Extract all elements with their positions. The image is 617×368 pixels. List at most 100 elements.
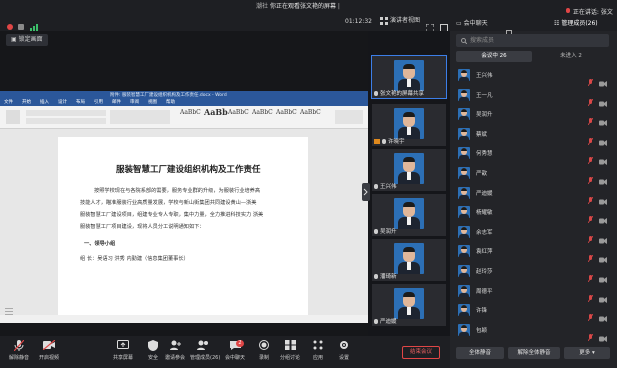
camera-icon[interactable] <box>599 288 607 303</box>
word-tab[interactable]: 帮助 <box>166 99 175 106</box>
word-statusbar <box>0 315 368 323</box>
muted-mic-icon[interactable] <box>587 247 594 263</box>
member-row[interactable]: 蔡斌 <box>450 126 617 146</box>
share-screen-button[interactable]: 共享屏幕 <box>110 340 136 366</box>
member-search[interactable]: 搜索成员 <box>456 34 609 47</box>
camera-icon[interactable] <box>599 131 607 146</box>
member-row[interactable]: 周德平 <box>450 283 617 303</box>
member-row[interactable]: 王一凡 <box>450 87 617 107</box>
muted-mic-icon[interactable] <box>587 71 594 87</box>
muted-mic-icon[interactable] <box>587 267 594 283</box>
muted-mic-icon[interactable] <box>587 189 594 204</box>
paste-icon[interactable] <box>6 110 20 124</box>
camera-icon[interactable] <box>599 92 607 107</box>
camera-icon[interactable] <box>599 307 607 323</box>
apps-button[interactable]: 应用 <box>305 340 331 366</box>
tab-in-meeting[interactable]: 会议中 26 <box>456 51 532 62</box>
video-tile[interactable]: 许晓宇 <box>372 104 446 146</box>
paragraph-group[interactable] <box>110 110 170 124</box>
muted-mic-icon[interactable] <box>587 228 594 244</box>
invite-button[interactable]: 邀请参会 <box>162 340 188 366</box>
video-tile[interactable]: 严迪媛 <box>372 284 446 326</box>
muted-mic-icon[interactable] <box>587 326 594 342</box>
style-item[interactable]: AaBbC <box>276 109 297 123</box>
member-row[interactable]: 王兴伟 <box>450 67 617 87</box>
camera-icon[interactable] <box>599 327 607 342</box>
end-meeting-button[interactable]: 结束会议 <box>402 346 440 359</box>
camera-icon[interactable] <box>599 111 607 127</box>
muted-mic-icon[interactable] <box>587 110 594 126</box>
word-tab[interactable]: 文件 <box>4 99 13 106</box>
word-tab[interactable]: 布局 <box>76 99 85 106</box>
camera-icon[interactable] <box>599 150 607 166</box>
style-item[interactable]: AaBbC <box>300 109 321 123</box>
muted-mic-icon[interactable] <box>587 169 594 185</box>
tab-not-joined[interactable]: 未进入 2 <box>533 51 609 62</box>
camera-icon[interactable] <box>599 209 607 225</box>
video-tile[interactable]: 王兴伟 <box>372 149 446 191</box>
member-row[interactable]: 余志军 <box>450 224 617 244</box>
record-button[interactable]: 录制 <box>251 340 277 366</box>
font-box[interactable] <box>26 110 106 116</box>
camera-icon[interactable] <box>599 190 607 205</box>
member-row[interactable]: 袁红萍 <box>450 243 617 264</box>
chat-button[interactable]: 会中聊天 <box>222 340 248 366</box>
word-tab[interactable]: 引用 <box>94 99 103 106</box>
muted-mic-icon[interactable] <box>587 91 594 106</box>
settings-button[interactable]: 设置 <box>331 340 357 366</box>
unmute-button[interactable]: 解除静音 <box>6 340 32 366</box>
muted-mic-icon[interactable] <box>587 306 594 322</box>
layout-button[interactable]: 演讲者视图 <box>380 16 420 26</box>
member-row[interactable]: 何秀慧 <box>450 145 617 166</box>
member-row[interactable]: 赵玲莎 <box>450 263 617 283</box>
member-row[interactable]: 严迪媛 <box>450 185 617 205</box>
video-tile[interactable]: 吴润升 <box>372 194 446 236</box>
video-tile[interactable]: 张文艳的屏幕共享 <box>371 55 447 99</box>
participant-portrait <box>394 288 424 319</box>
format-buttons[interactable] <box>26 118 106 124</box>
lock-view-button[interactable]: ▣ 锁定画面 <box>6 34 48 46</box>
word-tab[interactable]: 审阅 <box>130 99 139 106</box>
camera-icon[interactable] <box>599 170 607 185</box>
word-tab[interactable]: 视图 <box>148 99 157 106</box>
style-item[interactable]: AaBbC <box>228 109 249 123</box>
more-button[interactable]: 更多 ▾ <box>564 347 610 359</box>
member-name: 余志军 <box>476 229 493 236</box>
portrait-shirt <box>407 172 411 180</box>
word-document-page[interactable]: 服装智慧工厂建设组织机构及工作责任 按照学校现在与各院系部的需要，服务专业群的升… <box>58 137 308 323</box>
sidebar-toggle-icon[interactable] <box>4 301 14 315</box>
style-item[interactable]: AaBb <box>204 107 228 121</box>
muted-mic-icon[interactable] <box>587 208 594 224</box>
camera-icon[interactable] <box>599 229 607 244</box>
video-tile[interactable]: 潘琦新 <box>372 239 446 281</box>
member-row[interactable]: 许锋 <box>450 302 617 323</box>
camera-icon[interactable] <box>599 268 607 283</box>
muted-mic-icon[interactable] <box>587 149 594 165</box>
style-item[interactable]: AaBbC <box>252 109 273 123</box>
member-row[interactable]: 吴润升 <box>450 106 617 127</box>
word-tab[interactable]: 设计 <box>58 99 67 106</box>
manage-members-button[interactable]: 管理成员(26) <box>190 340 220 366</box>
unmute-all-button[interactable]: 解除全体静音 <box>508 347 560 359</box>
word-tab[interactable]: 插入 <box>40 99 49 106</box>
tab-members[interactable]: ☷ 管理成员(26) <box>554 20 598 28</box>
styles-gallery[interactable]: AaBbC AaBb AaBbC AaBbC AaBbC AaBbC <box>180 106 330 129</box>
mic-icon <box>374 91 378 96</box>
word-tab[interactable]: 开始 <box>22 99 31 106</box>
tab-chat[interactable]: ▭ 会中聊天 <box>456 20 488 28</box>
mute-all-button[interactable]: 全体静音 <box>456 347 504 359</box>
start-video-button[interactable]: 开启视频 <box>36 340 62 366</box>
camera-icon[interactable] <box>599 72 607 87</box>
editing-group[interactable] <box>335 110 363 124</box>
member-row[interactable]: 包颖 <box>450 322 617 342</box>
breakout-button[interactable]: 分组讨论 <box>277 340 303 366</box>
muted-mic-icon[interactable] <box>587 130 594 146</box>
member-row[interactable]: 严歆 <box>450 165 617 185</box>
muted-mic-icon[interactable] <box>587 287 594 302</box>
word-tab[interactable]: 邮件 <box>112 99 121 106</box>
collapse-handle[interactable] <box>362 183 370 201</box>
camera-icon[interactable] <box>599 248 607 264</box>
member-row[interactable]: 杨耀敏 <box>450 204 617 225</box>
popout-icon[interactable] <box>506 21 512 36</box>
style-item[interactable]: AaBbC <box>180 109 201 123</box>
